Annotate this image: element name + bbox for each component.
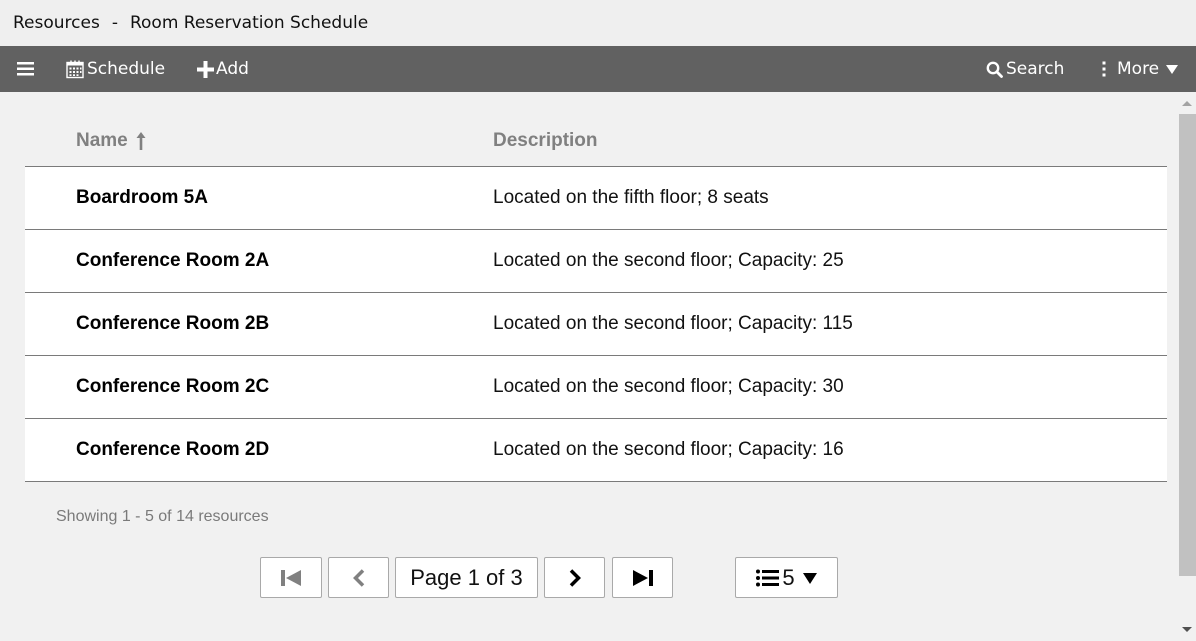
resource-description: Located on the second floor; Capacity: 1… bbox=[493, 313, 853, 334]
scroll-up-arrow-icon bbox=[1182, 101, 1192, 106]
toolbar: Schedule Add Search More bbox=[0, 46, 1196, 92]
menu-button[interactable] bbox=[17, 46, 34, 92]
caret-down-icon bbox=[802, 572, 817, 584]
add-label: Add bbox=[216, 59, 249, 79]
more-label: More bbox=[1117, 59, 1160, 79]
chevron-right-icon bbox=[569, 568, 581, 587]
column-header-description[interactable]: Description bbox=[493, 130, 598, 152]
table-row[interactable]: Conference Room 2B Located on the second… bbox=[25, 293, 1167, 356]
scrollbar-thumb[interactable] bbox=[1179, 114, 1196, 576]
resource-description: Located on the second floor; Capacity: 1… bbox=[493, 439, 844, 460]
results-summary: Showing 1 - 5 of 14 resources bbox=[56, 508, 269, 525]
search-icon bbox=[986, 61, 1003, 78]
resource-name[interactable]: Boardroom 5A bbox=[76, 167, 208, 229]
resource-name[interactable]: Conference Room 2B bbox=[76, 293, 269, 355]
vertical-dots-icon bbox=[1102, 61, 1106, 77]
calendar-icon bbox=[66, 60, 84, 78]
section-title: Resources bbox=[13, 13, 100, 33]
first-page-button[interactable] bbox=[260, 557, 322, 598]
table-row[interactable]: Boardroom 5A Located on the fifth floor;… bbox=[25, 167, 1167, 230]
list-icon bbox=[756, 569, 780, 586]
resource-name[interactable]: Conference Room 2A bbox=[76, 230, 269, 292]
page-size-value: 5 bbox=[782, 564, 795, 590]
table-header: Name Description bbox=[25, 92, 1167, 167]
schedule-label: Schedule bbox=[87, 59, 166, 79]
previous-page-button[interactable] bbox=[328, 557, 389, 598]
search-button[interactable]: Search bbox=[986, 46, 1064, 92]
page-indicator: Page 1 of 3 bbox=[395, 557, 538, 598]
last-page-button[interactable] bbox=[612, 557, 673, 598]
scroll-down-arrow-icon bbox=[1182, 627, 1192, 632]
app-title: Room Reservation Schedule bbox=[129, 13, 369, 33]
add-button[interactable]: Add bbox=[197, 46, 249, 92]
resource-description: Located on the fifth floor; 8 seats bbox=[493, 187, 769, 208]
vertical-scrollbar[interactable] bbox=[1178, 92, 1196, 641]
sort-ascending-icon bbox=[136, 132, 146, 150]
search-label: Search bbox=[1006, 59, 1065, 79]
title-separator: - bbox=[111, 13, 118, 33]
last-page-icon bbox=[632, 569, 653, 586]
resource-description: Located on the second floor; Capacity: 3… bbox=[493, 376, 844, 397]
resource-description: Located on the second floor; Capacity: 2… bbox=[493, 250, 844, 271]
resource-name[interactable]: Conference Room 2C bbox=[76, 356, 269, 418]
more-menu-button[interactable]: More bbox=[1101, 46, 1179, 92]
table-row[interactable]: Conference Room 2A Located on the second… bbox=[25, 230, 1167, 293]
title-bar: Resources - Room Reservation Schedule bbox=[0, 0, 1196, 46]
page-label: Page 1 of 3 bbox=[410, 564, 523, 590]
column-header-name[interactable]: Name bbox=[76, 130, 146, 152]
scroll-up-button[interactable] bbox=[1178, 92, 1196, 112]
table-row[interactable]: Conference Room 2D Located on the second… bbox=[25, 419, 1167, 482]
content-area: Name Description Boardroom 5A Located on… bbox=[0, 92, 1178, 641]
plus-icon bbox=[197, 60, 214, 78]
scroll-down-button[interactable] bbox=[1178, 621, 1196, 641]
caret-down-icon bbox=[1166, 65, 1179, 74]
next-page-button[interactable] bbox=[544, 557, 605, 598]
chevron-left-icon bbox=[352, 568, 364, 587]
table-row[interactable]: Conference Room 2C Located on the second… bbox=[25, 356, 1167, 419]
resources-table: Name Description Boardroom 5A Located on… bbox=[25, 92, 1167, 482]
first-page-icon bbox=[281, 569, 301, 586]
resource-name[interactable]: Conference Room 2D bbox=[76, 419, 269, 481]
hamburger-menu-icon bbox=[17, 62, 34, 76]
page-size-select[interactable]: 5 bbox=[735, 557, 838, 598]
schedule-button[interactable]: Schedule bbox=[66, 46, 165, 92]
